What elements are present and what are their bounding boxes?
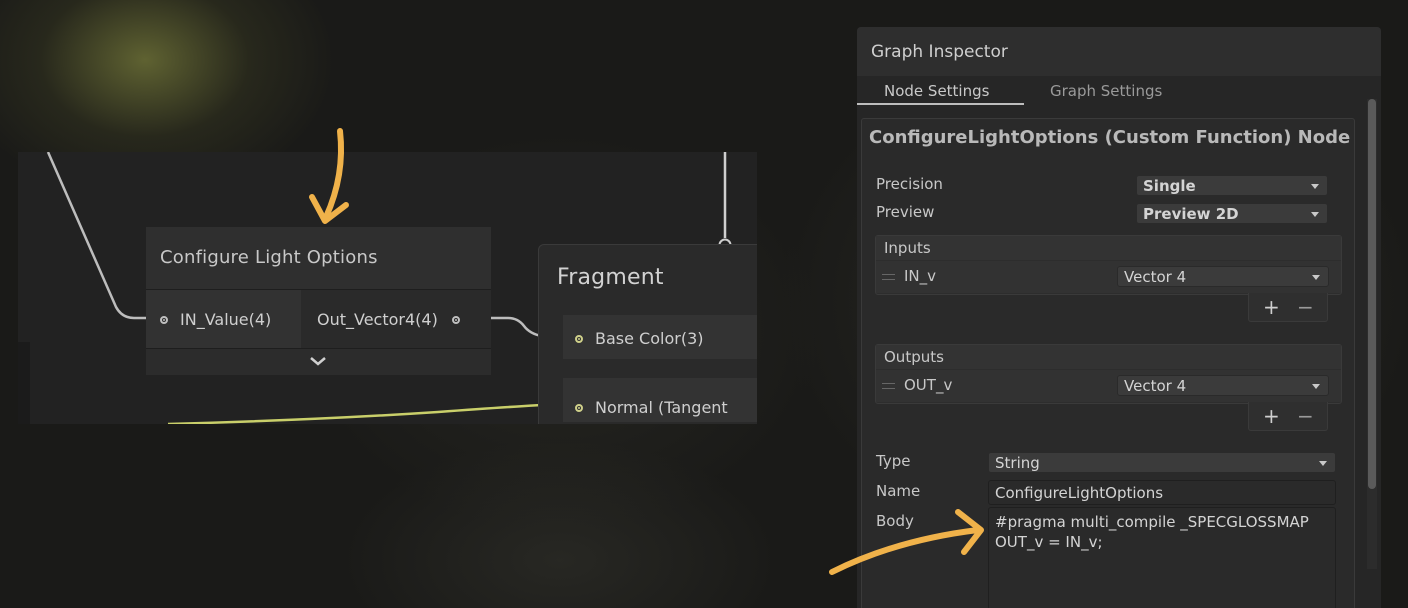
- inspector-header[interactable]: Graph Inspector: [857, 27, 1381, 76]
- inspector-scrollbar[interactable]: [1367, 99, 1377, 569]
- base-color-port-icon[interactable]: [575, 334, 583, 343]
- normal-wire: [167, 402, 563, 424]
- tab-node-settings-label: Node Settings: [884, 82, 990, 100]
- section-title: ConfigureLightOptions (Custom Function) …: [869, 127, 1351, 148]
- remove-output-button[interactable]: −: [1297, 404, 1314, 428]
- dropdown-caret-icon: [1312, 275, 1320, 280]
- input-wire: [46, 152, 158, 320]
- name-field[interactable]: ConfigureLightOptions: [988, 480, 1336, 505]
- outputs-add-remove: + −: [1248, 402, 1328, 431]
- inspector-tabs: Node Settings Graph Settings: [857, 76, 1381, 106]
- remove-input-button[interactable]: −: [1297, 295, 1314, 319]
- node-expand-bar[interactable]: [146, 348, 491, 375]
- body-textarea[interactable]: #pragma multi_compile _SPECGLOSSMAP OUT_…: [988, 507, 1336, 608]
- type-dropdown[interactable]: String: [988, 452, 1336, 473]
- inputs-add-remove: + −: [1248, 293, 1328, 322]
- drag-handle-icon[interactable]: [882, 274, 895, 280]
- base-color-port-label: Base Color(3): [595, 329, 704, 348]
- type-label: Type: [876, 452, 911, 470]
- add-output-button[interactable]: +: [1263, 404, 1280, 428]
- tab-graph-settings-label: Graph Settings: [1050, 82, 1163, 100]
- type-value: String: [995, 454, 1040, 472]
- input-type-dropdown[interactable]: Vector 4: [1117, 266, 1329, 287]
- inputs-list: Inputs IN_v Vector 4: [875, 235, 1342, 295]
- output-type-value: Vector 4: [1124, 377, 1187, 395]
- scrollbar-thumb[interactable]: [1368, 99, 1376, 489]
- normal-port-icon[interactable]: [575, 403, 583, 412]
- outputs-header: Outputs: [876, 345, 1341, 369]
- input-row-name[interactable]: IN_v: [904, 267, 936, 285]
- name-label: Name: [876, 482, 921, 500]
- input-port-row[interactable]: IN_Value(4): [160, 310, 271, 329]
- base-color-port-row[interactable]: Base Color(3): [575, 329, 703, 348]
- outputs-list: Outputs OUT_v Vector 4: [875, 344, 1342, 404]
- annotation-arrow-icon: [309, 128, 349, 224]
- shader-graph-canvas[interactable]: Configure Light Options IN_Value(4) Out_…: [18, 152, 757, 424]
- precision-dropdown[interactable]: Single: [1136, 175, 1328, 196]
- output-port-row[interactable]: Out_Vector4(4): [317, 310, 460, 329]
- inputs-row[interactable]: IN_v Vector 4: [876, 261, 1341, 293]
- preview-label: Preview: [876, 203, 935, 221]
- preview-value: Preview 2D: [1143, 205, 1239, 223]
- output-port-label: Out_Vector4(4): [317, 310, 438, 329]
- dropdown-caret-icon: [1311, 184, 1319, 189]
- output-port-icon[interactable]: [451, 315, 460, 324]
- normal-port-label: Normal (Tangent: [595, 398, 728, 417]
- add-input-button[interactable]: +: [1263, 295, 1280, 319]
- precision-value: Single: [1143, 177, 1196, 195]
- input-port-label: IN_Value(4): [180, 310, 272, 329]
- dropdown-caret-icon: [1312, 384, 1320, 389]
- outputs-row[interactable]: OUT_v Vector 4: [876, 370, 1341, 402]
- input-port-icon[interactable]: [160, 315, 168, 324]
- chevron-down-icon[interactable]: [309, 355, 327, 367]
- tab-node-settings[interactable]: Node Settings: [884, 76, 989, 106]
- canvas-edge: [18, 342, 30, 424]
- dropdown-caret-icon: [1319, 461, 1327, 466]
- custom-function-node[interactable]: Configure Light Options IN_Value(4) Out_…: [146, 227, 491, 375]
- active-tab-indicator: [857, 103, 1024, 105]
- fragment-node[interactable]: Fragment Base Color(3) Normal (Tangent: [538, 244, 757, 424]
- fragment-title: Fragment: [557, 265, 664, 290]
- normal-port-row[interactable]: Normal (Tangent: [575, 398, 728, 417]
- inputs-header: Inputs: [876, 236, 1341, 260]
- annotation-arrow-icon: [829, 509, 984, 575]
- preview-dropdown[interactable]: Preview 2D: [1136, 203, 1328, 224]
- output-type-dropdown[interactable]: Vector 4: [1117, 375, 1329, 396]
- name-value: ConfigureLightOptions: [995, 484, 1164, 502]
- inspector-title: Graph Inspector: [871, 41, 1008, 62]
- dropdown-caret-icon: [1311, 212, 1319, 217]
- drag-handle-icon[interactable]: [882, 383, 895, 389]
- output-row-name[interactable]: OUT_v: [904, 376, 952, 394]
- node-title: Configure Light Options: [160, 247, 378, 268]
- tab-graph-settings[interactable]: Graph Settings: [1050, 76, 1162, 106]
- input-type-value: Vector 4: [1124, 268, 1187, 286]
- precision-label: Precision: [876, 175, 943, 193]
